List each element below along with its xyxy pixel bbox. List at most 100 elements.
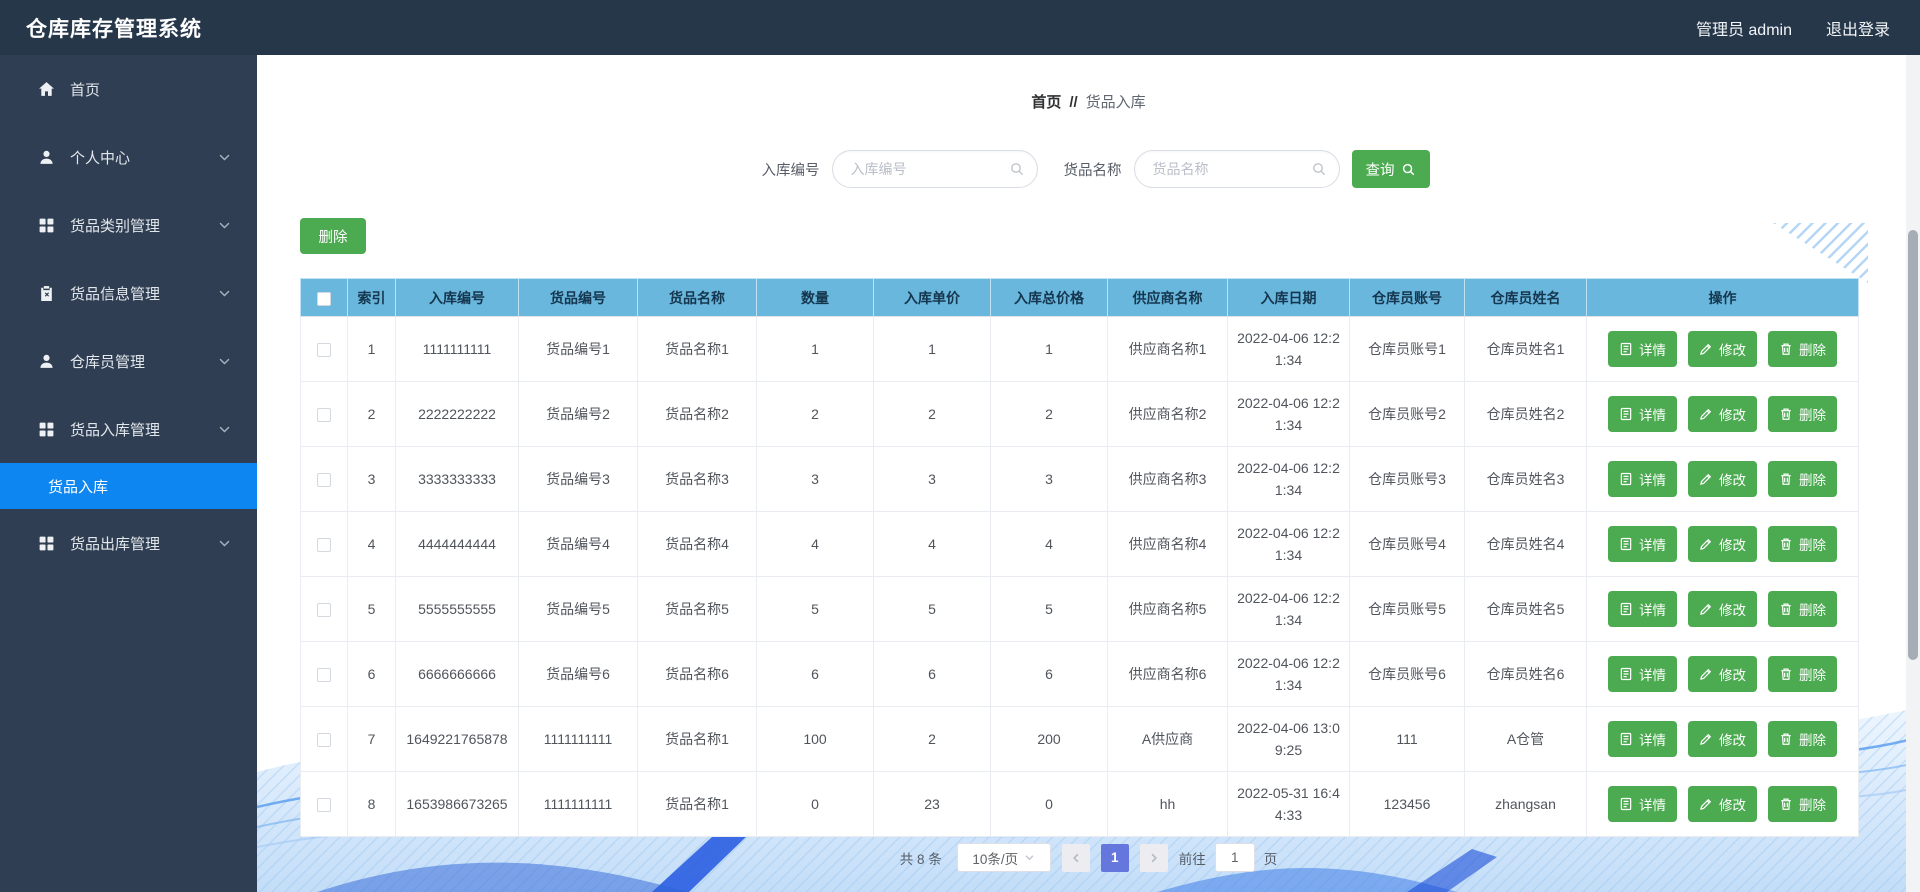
edit-button[interactable]: 修改 bbox=[1688, 786, 1757, 822]
row-checkbox[interactable] bbox=[317, 603, 331, 618]
breadcrumb: 首页 // 货品入库 bbox=[257, 91, 1920, 112]
detail-button[interactable]: 详情 bbox=[1608, 721, 1677, 757]
page-1-button[interactable]: 1 bbox=[1100, 843, 1129, 872]
page-size-select[interactable]: 10条/页 bbox=[956, 843, 1051, 872]
row-checkbox[interactable] bbox=[317, 343, 331, 358]
cell-goods_name: 货品名称1 bbox=[637, 706, 757, 772]
sidebar-item-label: 个人中心 bbox=[70, 149, 131, 167]
sidebar-item-goods-info-mgmt[interactable]: 货品信息管理 bbox=[0, 259, 257, 327]
delete-button[interactable]: 删除 bbox=[1768, 461, 1837, 497]
sidebar-item-label: 首页 bbox=[70, 81, 101, 99]
goto-page-input[interactable] bbox=[1214, 843, 1255, 872]
inbound-no-input[interactable] bbox=[831, 150, 1038, 188]
cell-unit_price: 4 bbox=[873, 511, 991, 577]
page-size-value: 10条/页 bbox=[972, 851, 1019, 867]
delete-button[interactable]: 删除 bbox=[1768, 526, 1837, 562]
admin-user-label: 管理员 admin bbox=[1695, 21, 1792, 39]
detail-icon bbox=[1619, 342, 1633, 356]
cell-index: 5 bbox=[347, 576, 396, 642]
checkbox-cell bbox=[300, 511, 348, 577]
detail-button[interactable]: 详情 bbox=[1608, 396, 1677, 432]
detail-icon bbox=[1619, 537, 1633, 551]
cell-goods_no: 货品编号2 bbox=[518, 381, 638, 447]
row-checkbox[interactable] bbox=[317, 733, 331, 748]
table-row: 5 5555555555 货品编号5 货品名称5 5 5 5 供应商名称5 2022-04-06… bbox=[300, 576, 1859, 642]
delete-button[interactable]: 删除 bbox=[1768, 721, 1837, 757]
cell-goods_no: 1111111111 bbox=[518, 771, 638, 837]
row-checkbox[interactable] bbox=[317, 408, 331, 423]
edit-button[interactable]: 修改 bbox=[1688, 396, 1757, 432]
query-button[interactable]: 查询 bbox=[1351, 150, 1430, 188]
chevron-down-icon bbox=[218, 219, 231, 232]
goods-name-input[interactable] bbox=[1133, 150, 1340, 188]
edit-button[interactable]: 修改 bbox=[1688, 331, 1757, 367]
row-checkbox[interactable] bbox=[317, 473, 331, 488]
chevron-left-icon bbox=[1072, 853, 1079, 862]
cell-total_price: 200 bbox=[990, 706, 1108, 772]
sidebar-item-goods-inbound-mgmt[interactable]: 货品入库管理 bbox=[0, 395, 257, 463]
prev-page-button[interactable] bbox=[1061, 843, 1090, 872]
bulk-delete-button[interactable]: 删除 bbox=[300, 218, 366, 254]
cell-clerk_account: 111 bbox=[1349, 706, 1465, 772]
edit-button[interactable]: 修改 bbox=[1688, 591, 1757, 627]
actions-cell: 详情 修改 删除 bbox=[1586, 576, 1859, 642]
delete-icon bbox=[1779, 537, 1793, 551]
sidebar-item-home[interactable]: 首页 bbox=[0, 55, 257, 123]
detail-button[interactable]: 详情 bbox=[1608, 656, 1677, 692]
edit-button[interactable]: 修改 bbox=[1688, 721, 1757, 757]
delete-button[interactable]: 删除 bbox=[1768, 786, 1837, 822]
cell-goods_name: 货品名称5 bbox=[637, 576, 757, 642]
edit-icon bbox=[1699, 797, 1713, 811]
actions-cell: 详情 修改 删除 bbox=[1586, 381, 1859, 447]
edit-button[interactable]: 修改 bbox=[1688, 656, 1757, 692]
sidebar-item-goods-category-mgmt[interactable]: 货品类别管理 bbox=[0, 191, 257, 259]
cell-clerk_account: 仓库员账号5 bbox=[1349, 576, 1465, 642]
detail-button[interactable]: 详情 bbox=[1608, 331, 1677, 367]
sidebar-item-personal-center[interactable]: 个人中心 bbox=[0, 123, 257, 191]
edit-icon bbox=[1699, 602, 1713, 616]
detail-icon bbox=[1619, 472, 1633, 486]
logout-link[interactable]: 退出登录 bbox=[1826, 16, 1890, 40]
detail-button[interactable]: 详情 bbox=[1608, 786, 1677, 822]
detail-button[interactable]: 详情 bbox=[1608, 591, 1677, 627]
select-all-checkbox[interactable] bbox=[317, 291, 331, 306]
cell-unit_price: 1 bbox=[873, 316, 991, 382]
sidebar-item-warehouse-clerk-mgmt[interactable]: 仓库员管理 bbox=[0, 327, 257, 395]
cell-unit_price: 23 bbox=[873, 771, 991, 837]
delete-button[interactable]: 删除 bbox=[1768, 331, 1837, 367]
cell-goods_no: 货品编号5 bbox=[518, 576, 638, 642]
row-checkbox[interactable] bbox=[317, 798, 331, 813]
breadcrumb-separator: // bbox=[1069, 94, 1078, 111]
detail-button[interactable]: 详情 bbox=[1608, 526, 1677, 562]
cell-index: 7 bbox=[347, 706, 396, 772]
cell-index: 8 bbox=[347, 771, 396, 837]
sidebar-subitem-goods-inbound[interactable]: 货品入库 bbox=[0, 463, 257, 509]
row-checkbox[interactable] bbox=[317, 538, 331, 553]
delete-button[interactable]: 删除 bbox=[1768, 656, 1837, 692]
edit-button[interactable]: 修改 bbox=[1688, 526, 1757, 562]
chevron-right-icon bbox=[1151, 853, 1157, 862]
checkbox-cell bbox=[300, 706, 348, 772]
cell-index: 6 bbox=[347, 641, 396, 707]
table-row: 4 4444444444 货品编号4 货品名称4 4 4 4 供应商名称4 2022-04-06… bbox=[300, 511, 1859, 577]
scrollbar[interactable] bbox=[1906, 55, 1920, 892]
user-icon bbox=[38, 353, 55, 370]
delete-button[interactable]: 删除 bbox=[1768, 396, 1837, 432]
cell-supplier: 供应商名称2 bbox=[1107, 381, 1228, 447]
inbound-no-label: 入库编号 bbox=[761, 162, 820, 179]
sidebar-item-goods-outbound-mgmt[interactable]: 货品出库管理 bbox=[0, 509, 257, 577]
checkbox-cell bbox=[300, 381, 348, 447]
breadcrumb-home[interactable]: 首页 bbox=[1031, 94, 1061, 111]
delete-button[interactable]: 删除 bbox=[1768, 591, 1837, 627]
scrollbar-thumb[interactable] bbox=[1908, 230, 1918, 660]
row-checkbox[interactable] bbox=[317, 668, 331, 683]
edit-icon bbox=[1699, 342, 1713, 356]
next-page-button[interactable] bbox=[1139, 843, 1168, 872]
detail-button[interactable]: 详情 bbox=[1608, 461, 1677, 497]
cell-unit_price: 5 bbox=[873, 576, 991, 642]
cell-goods_no: 1111111111 bbox=[518, 706, 638, 772]
search-form: 入库编号 货品名称 查询 bbox=[257, 147, 1920, 191]
cell-clerk_account: 仓库员账号6 bbox=[1349, 641, 1465, 707]
edit-button[interactable]: 修改 bbox=[1688, 461, 1757, 497]
cell-supplier: A供应商 bbox=[1107, 706, 1228, 772]
